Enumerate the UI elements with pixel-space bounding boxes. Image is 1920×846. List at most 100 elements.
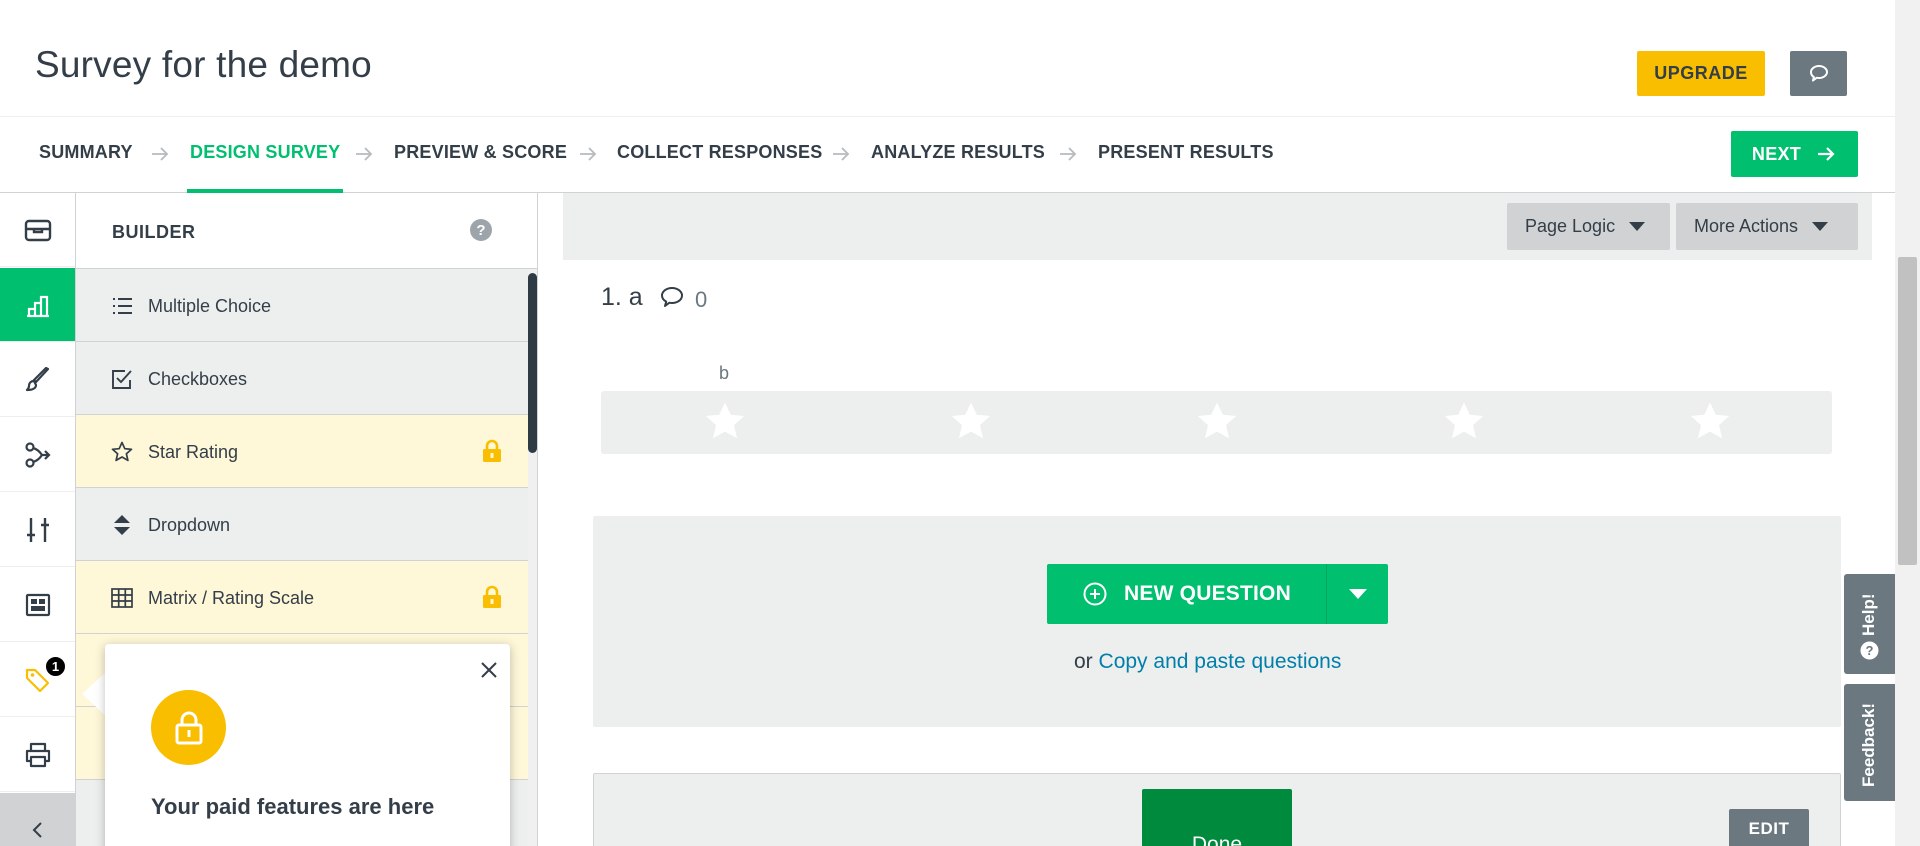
question-bank-icon	[24, 219, 51, 241]
builder-header: BUILDER ?	[76, 193, 537, 269]
arrow-right-icon	[1818, 147, 1835, 161]
builder-item-matrix-rating-scale[interactable]: Matrix / Rating Scale	[76, 561, 528, 634]
question-title[interactable]: 1. a	[601, 283, 643, 312]
lock-icon	[483, 439, 501, 462]
lock-icon	[175, 711, 202, 744]
builder-item-dropdown[interactable]: Dropdown	[76, 488, 528, 561]
rail-style[interactable]	[0, 343, 75, 417]
step-design-survey[interactable]: DESIGN SURVEY	[186, 117, 344, 193]
caret-down-icon	[1348, 589, 1367, 599]
arrow-right-icon	[152, 147, 169, 161]
help-circle-icon: ?	[1860, 641, 1879, 660]
star-icon[interactable]	[1441, 399, 1487, 445]
arrow-right-icon	[1060, 147, 1077, 161]
checkbox-icon	[112, 370, 132, 389]
builder-icon	[26, 295, 49, 317]
more-actions-label: More Actions	[1694, 216, 1799, 236]
rail-builder[interactable]	[0, 268, 75, 342]
next-button[interactable]: NEXT	[1731, 131, 1858, 177]
star-icon	[111, 441, 133, 462]
popover-pointer	[82, 672, 106, 716]
builder-item-label: Dropdown	[148, 515, 231, 535]
rail-options[interactable]	[0, 493, 75, 567]
help-tab[interactable]: ? Help!	[1844, 574, 1895, 674]
rail-question-bank[interactable]	[0, 193, 75, 267]
builder-item-multiple-choice[interactable]: Multiple Choice	[76, 269, 528, 342]
copy-paste-questions-link[interactable]: Copy and paste questions	[1099, 650, 1342, 673]
comment-count: 0	[695, 287, 708, 312]
rating-column-label: b	[719, 363, 730, 383]
arrow-right-icon	[833, 147, 850, 161]
builder-item-checkboxes[interactable]: Checkboxes	[76, 342, 528, 415]
print-icon	[25, 742, 50, 767]
star-rating-row	[601, 391, 1832, 454]
options-sliders-icon	[26, 517, 49, 542]
more-actions-button[interactable]: More Actions	[1676, 203, 1858, 250]
caret-down-icon	[1812, 222, 1829, 231]
rail-layout[interactable]	[0, 568, 75, 642]
plus-circle-icon	[1083, 582, 1107, 606]
new-question-button[interactable]: NEW QUESTION	[1047, 564, 1326, 624]
svg-text:?: ?	[1866, 643, 1874, 658]
survey-header: Survey for the demo	[0, 0, 1895, 117]
builder-scrollbar-thumb[interactable]	[528, 273, 537, 453]
arrow-right-icon	[356, 147, 373, 161]
list-icon	[113, 298, 132, 314]
close-popover-button[interactable]	[475, 656, 503, 684]
copy-paste-line: or Copy and paste questions	[1074, 650, 1341, 674]
close-icon	[481, 662, 497, 678]
dropdown-icon	[114, 515, 130, 535]
builder-item-label: Matrix / Rating Scale	[148, 588, 315, 608]
rail-collapse[interactable]	[0, 793, 75, 846]
or-text: or	[1074, 650, 1093, 673]
edit-button[interactable]: EDIT	[1729, 809, 1809, 846]
rail-logic[interactable]	[0, 418, 75, 492]
new-question-dropdown-button[interactable]	[1326, 564, 1388, 624]
step-present-results[interactable]: PRESENT RESULTS	[1098, 117, 1274, 193]
paid-features-popover: Your paid features are here	[105, 644, 510, 846]
caret-down-icon	[1629, 222, 1646, 231]
step-summary[interactable]: SUMMARY	[39, 117, 133, 193]
survey-title[interactable]: Survey for the demo	[35, 44, 372, 86]
star-icon[interactable]	[948, 399, 994, 445]
rail-print[interactable]	[0, 718, 75, 792]
step-navigation: SUMMARY DESIGN SURVEY PREVIEW & SCORE CO…	[0, 117, 1895, 193]
speech-bubble-icon	[1809, 64, 1828, 81]
step-preview-score[interactable]: PREVIEW & SCORE	[394, 117, 567, 193]
comment-icon[interactable]	[659, 285, 685, 311]
layout-icon	[25, 593, 50, 616]
builder-item-star-rating[interactable]: Star Rating	[76, 415, 528, 488]
arrow-right-icon	[580, 147, 597, 161]
step-collect-responses[interactable]: COLLECT RESPONSES	[617, 117, 822, 193]
logic-icon	[24, 441, 51, 468]
feedback-tab[interactable]: Feedback!	[1844, 684, 1895, 801]
upgrade-button[interactable]: UPGRADE	[1637, 51, 1765, 96]
grid-icon	[111, 588, 133, 608]
page-scrollbar-thumb[interactable]	[1898, 257, 1917, 565]
comments-button[interactable]	[1790, 51, 1847, 96]
page-logic-button[interactable]: Page Logic	[1507, 203, 1670, 250]
page-logic-label: Page Logic	[1525, 216, 1616, 236]
done-button[interactable]: Done	[1142, 789, 1292, 846]
step-analyze-results[interactable]: ANALYZE RESULTS	[871, 117, 1045, 193]
popover-lock-badge	[151, 690, 226, 765]
star-icon[interactable]	[702, 399, 748, 445]
next-label: NEXT	[1751, 143, 1802, 164]
left-icon-rail: 1	[0, 193, 76, 846]
builder-title: BUILDER	[112, 222, 196, 242]
collapse-chevron-icon	[32, 821, 42, 838]
star-icon[interactable]	[1194, 399, 1240, 445]
style-brush-icon	[25, 366, 49, 391]
lock-icon	[483, 585, 501, 608]
star-icon[interactable]	[1687, 399, 1733, 445]
new-question-label: NEW QUESTION	[1124, 582, 1291, 605]
builder-item-label: Multiple Choice	[148, 296, 272, 316]
help-tab-label: Help!	[1859, 593, 1878, 637]
builder-item-label: Checkboxes	[148, 369, 248, 389]
help-question-icon[interactable]: ?	[470, 219, 492, 241]
notification-badge: 1	[44, 655, 67, 678]
rail-paid-features[interactable]: 1	[0, 643, 75, 717]
feedback-tab-label: Feedback!	[1859, 702, 1878, 787]
builder-item-label: Star Rating	[148, 442, 239, 462]
popover-title: Your paid features are here	[151, 794, 435, 819]
